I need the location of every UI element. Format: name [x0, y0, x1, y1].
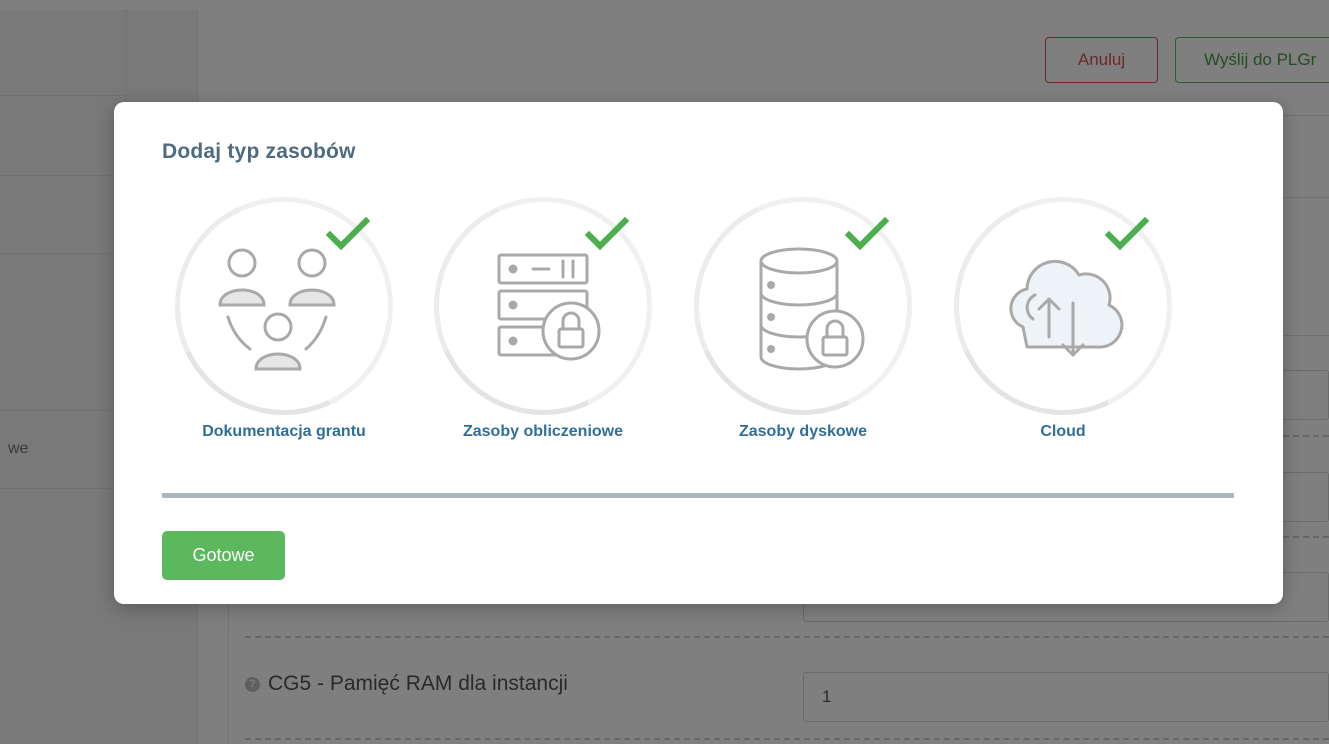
resource-type-tiles: Dokumentacja grantu Zasoby obliczeniowe …	[114, 166, 1283, 467]
server-lock-icon	[463, 227, 623, 387]
tile-disk-resources[interactable]: Zasoby dyskowe	[663, 166, 943, 467]
cloud-sync-icon	[983, 227, 1143, 387]
database-lock-icon	[723, 227, 883, 387]
done-button[interactable]: Gotowe	[162, 531, 285, 580]
tile-grant-documentation[interactable]: Dokumentacja grantu	[144, 166, 424, 467]
tile-cloud[interactable]: Cloud	[923, 166, 1203, 467]
tile-label: Zasoby dyskowe	[738, 423, 868, 440]
checkmark-icon	[845, 217, 889, 251]
modal-divider	[162, 493, 1234, 498]
users-group-icon	[204, 227, 364, 387]
modal-title: Dodaj typ zasobów	[162, 140, 356, 163]
add-resource-type-modal: Dodaj typ zasobów Dokumentacja grantu Za…	[114, 102, 1283, 604]
checkmark-icon	[326, 217, 370, 251]
tile-label: Zasoby obliczeniowe	[462, 423, 624, 440]
tile-label: Cloud	[1040, 423, 1086, 440]
checkmark-icon	[585, 217, 629, 251]
tile-label: Dokumentacja grantu	[202, 423, 366, 440]
checkmark-icon	[1105, 217, 1149, 251]
tile-compute-resources[interactable]: Zasoby obliczeniowe	[403, 166, 683, 467]
